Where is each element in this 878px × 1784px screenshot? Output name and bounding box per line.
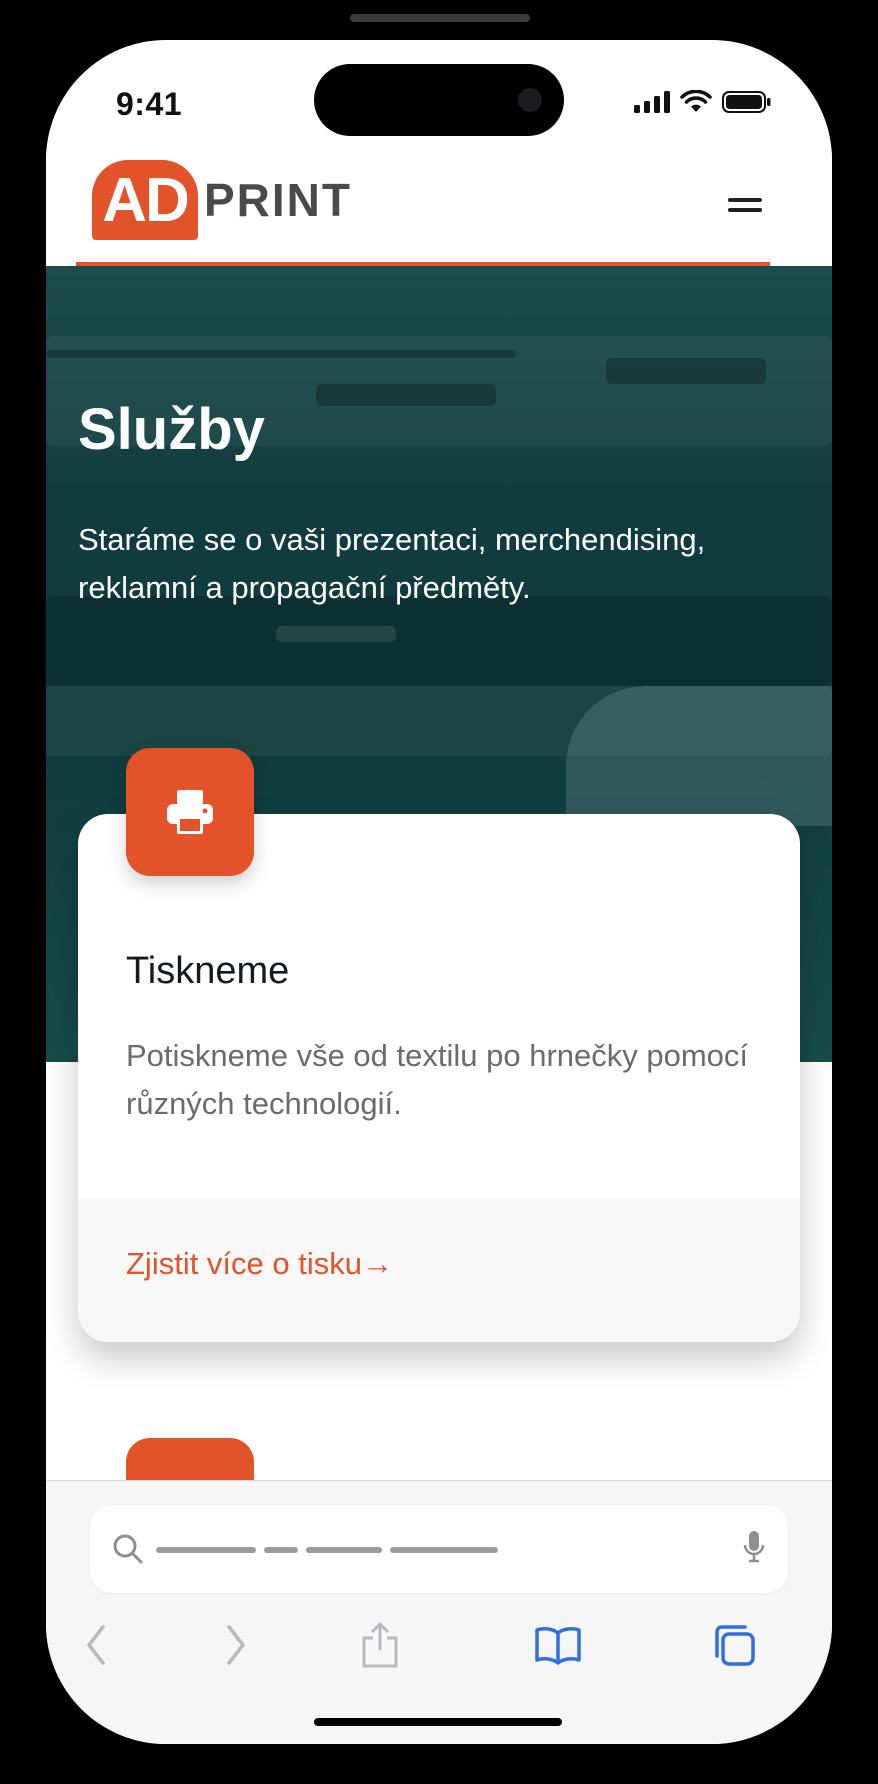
site-header: AD PRINT <box>46 150 832 270</box>
url-placeholder <box>306 1547 382 1553</box>
home-indicator <box>314 1718 562 1726</box>
logo-word: PRINT <box>204 174 352 226</box>
card-title: Tiskneme <box>126 950 290 992</box>
wifi-icon <box>680 90 712 112</box>
tabs-icon[interactable] <box>706 1617 762 1673</box>
hero-bg-detail <box>606 358 766 384</box>
menu-icon[interactable] <box>728 194 762 216</box>
address-bar[interactable] <box>90 1505 788 1593</box>
card-description: Potiskneme vše od textilu po hrnečky pom… <box>126 1038 749 1121</box>
signal-icon <box>634 91 670 113</box>
hero-bg-detail <box>316 384 496 406</box>
logo-mark: AD <box>92 160 198 240</box>
safari-toolbar <box>46 1480 832 1744</box>
top-speaker <box>350 14 530 22</box>
bookmarks-icon[interactable] <box>530 1617 586 1673</box>
back-icon[interactable] <box>68 1617 124 1673</box>
card-footer: Zjistit více o tisku→ <box>78 1198 800 1342</box>
hero-bg-detail <box>566 686 832 826</box>
search-icon <box>113 1534 143 1564</box>
printer-icon <box>167 790 213 834</box>
dynamic-island <box>314 64 564 136</box>
battery-icon <box>722 91 771 113</box>
forward-icon[interactable] <box>208 1617 264 1673</box>
hero-bg-detail <box>276 626 396 642</box>
phone-screen: 9:41 AD PRINT Služby Staráme se o vaši p… <box>46 40 832 1744</box>
microphone-icon[interactable] <box>742 1529 766 1569</box>
share-icon[interactable] <box>352 1617 408 1673</box>
adprint-logo[interactable]: AD PRINT <box>92 160 352 240</box>
hero-description: Staráme se o vaši prezentaci, merchendis… <box>78 522 706 605</box>
status-icons <box>634 90 772 114</box>
status-bar: 9:41 <box>46 40 832 150</box>
page-title: Služby <box>78 397 265 462</box>
printer-icon-badge <box>126 748 254 876</box>
url-placeholder <box>156 1547 256 1553</box>
service-card-print: Tiskneme Potiskneme vše od textilu po hr… <box>78 814 800 1342</box>
url-placeholder <box>264 1547 298 1553</box>
status-time: 9:41 <box>116 86 183 122</box>
url-placeholder <box>390 1547 498 1553</box>
hero-bg-detail <box>46 350 516 358</box>
learn-more-link[interactable]: Zjistit více o tisku→ <box>126 1246 393 1282</box>
